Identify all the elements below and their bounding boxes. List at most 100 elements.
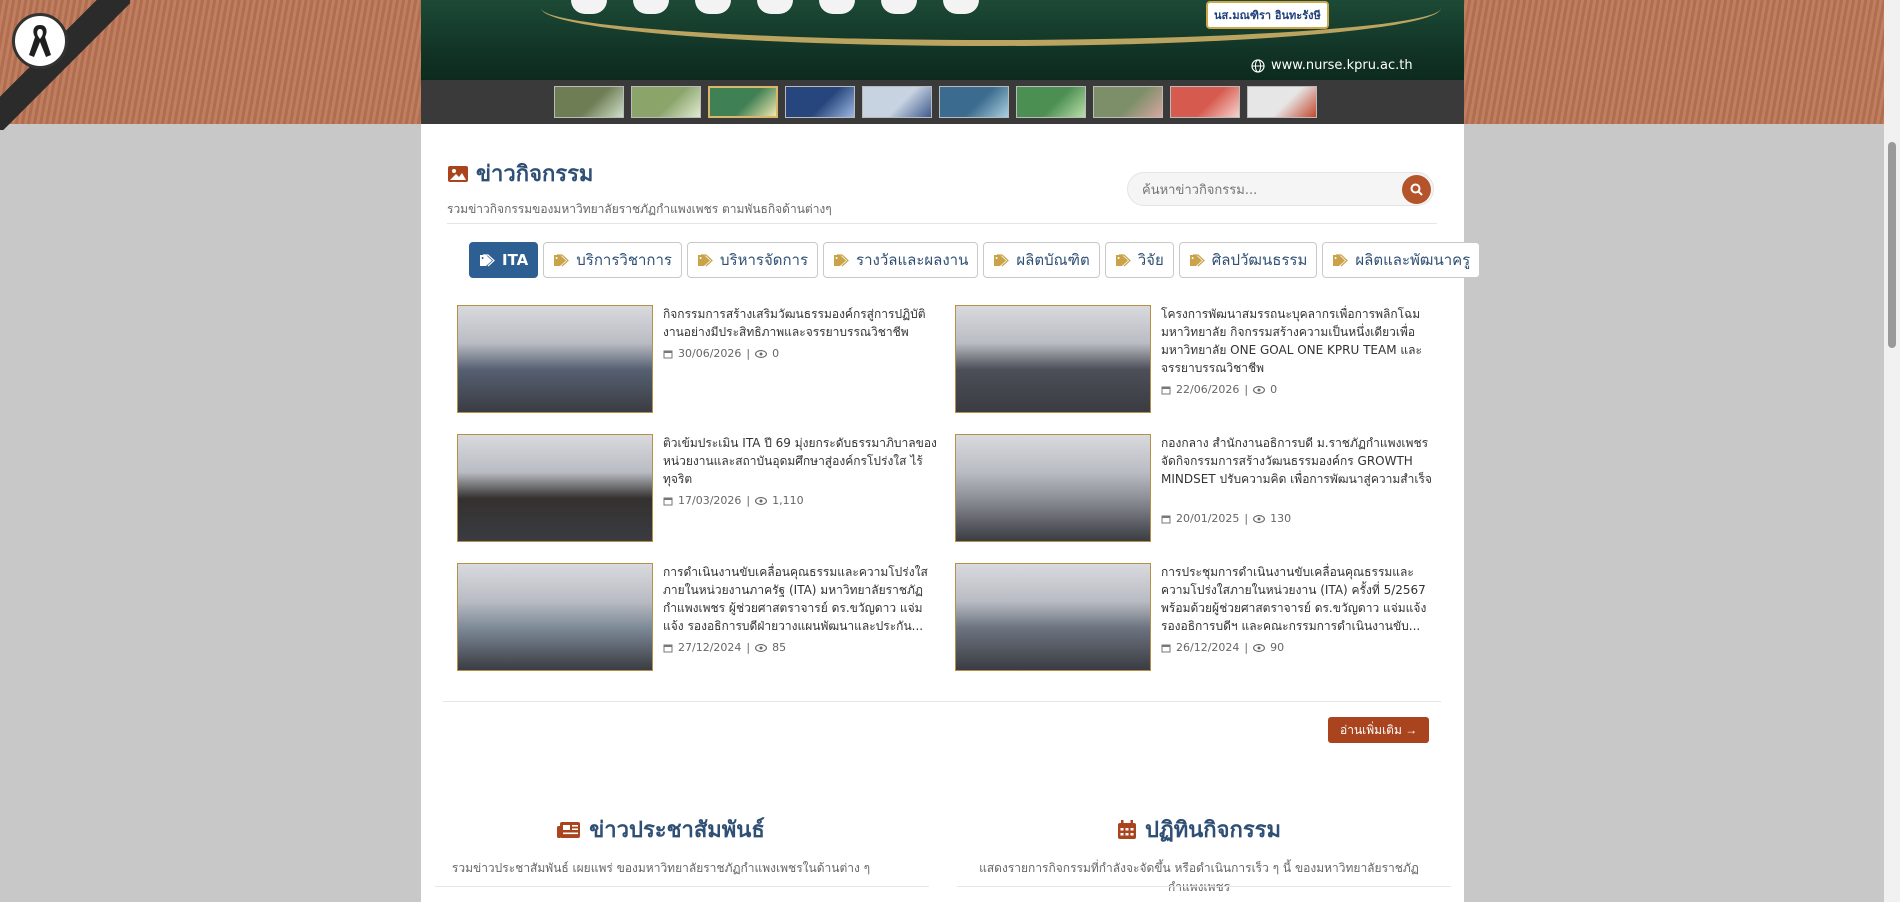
calendar-icon	[663, 350, 673, 358]
calendar-icon	[1161, 515, 1171, 523]
news-thumbnail[interactable]	[457, 563, 653, 671]
banner-thumbnail[interactable]	[1016, 86, 1086, 118]
news-thumbnail[interactable]	[955, 305, 1151, 413]
meta-separator: |	[1244, 383, 1249, 396]
news-item[interactable]: โครงการพัฒนาสมรรถนะบุคลากรเพื่อการพลิกโฉ…	[955, 305, 1435, 413]
category-tab-label: ผลิตและพัฒนาครู	[1355, 251, 1471, 269]
news-meta: 17/03/2026 | 1,110	[663, 494, 804, 507]
black-ribbon-icon	[29, 25, 51, 57]
news-item[interactable]: ติวเข้มประเมิน ITA ปี 69 มุ่งยกระดับธรรม…	[457, 434, 937, 542]
meta-separator: |	[1244, 641, 1249, 654]
news-title[interactable]: การดำเนินงานขับเคลื่อนคุณธรรมและความโปร่…	[663, 563, 937, 635]
news-meta: 27/12/2024 | 85	[663, 641, 786, 654]
news-views: 1,110	[772, 494, 804, 507]
category-tab[interactable]: วิจัย	[1104, 242, 1174, 278]
news-date: 17/03/2026	[678, 494, 742, 507]
category-tabs: ITA บริการวิชาการ บริหารจัดการ รางวัลและผลง…	[469, 242, 1481, 278]
news-date: 26/12/2024	[1176, 641, 1240, 654]
meta-separator: |	[746, 641, 751, 654]
category-tab[interactable]: ผลิตบัณฑิต	[983, 242, 1100, 278]
partner-logo	[695, 0, 731, 14]
category-tab-label: บริการวิชาการ	[576, 251, 672, 269]
activities-search	[1127, 172, 1434, 207]
calendar-title: ปฏิทินกิจกรรม	[949, 812, 1449, 847]
search-button[interactable]	[1402, 175, 1431, 204]
news-title[interactable]: กิจกรรมการสร้างเสริมวัฒนธรรมองค์กรสู่การ…	[663, 305, 937, 341]
category-tab[interactable]: ITA	[469, 242, 539, 278]
tag-icon	[1189, 253, 1205, 266]
thumbnail-row	[554, 86, 1317, 118]
banner-thumbnail[interactable]	[1170, 86, 1240, 118]
search-icon	[1410, 183, 1423, 196]
divider	[443, 701, 1441, 702]
read-more-button[interactable]: อ่านเพิ่มเติม →	[1328, 717, 1430, 743]
news-views: 130	[1270, 512, 1292, 525]
banner-thumbnail[interactable]	[631, 86, 701, 118]
press-title: ข่าวประชาสัมพันธ์	[411, 812, 911, 847]
news-meta: 26/12/2024 | 90	[1161, 641, 1284, 654]
news-item[interactable]: การประชุมการดำเนินงานขับเคลื่อนคุณธรรมแล…	[955, 563, 1435, 671]
news-title[interactable]: การประชุมการดำเนินงานขับเคลื่อนคุณธรรมแล…	[1161, 563, 1435, 635]
hero-url-text: www.nurse.kpru.ac.th	[1271, 58, 1413, 73]
eye-icon	[755, 349, 768, 358]
banner-thumbnail[interactable]	[1093, 86, 1163, 118]
hero-banner: นส.มณฑิรา อินทะรังษี www.nurse.kpru.ac.t…	[421, 0, 1464, 80]
category-tab[interactable]: บริการวิชาการ	[543, 242, 682, 278]
banner-thumbnail[interactable]	[939, 86, 1009, 118]
mourning-band	[0, 0, 130, 130]
eye-icon	[1253, 385, 1266, 394]
activities-search-input[interactable]	[1140, 173, 1394, 207]
scrollbar-thumb[interactable]	[1888, 142, 1896, 348]
news-thumbnail[interactable]	[955, 434, 1151, 542]
category-tab-label: วิจัย	[1137, 251, 1164, 269]
partner-logo	[633, 0, 669, 14]
news-meta: 30/06/2026 | 0	[663, 347, 779, 360]
activities-header: ข่าวกิจกรรม รวมข่าวกิจกรรมของมหาวิทยาลัย…	[447, 156, 832, 219]
news-date: 27/12/2024	[678, 641, 742, 654]
category-tab[interactable]: ศิลปวัฒนธรรม	[1178, 242, 1318, 278]
banner-thumbnail[interactable]	[554, 86, 624, 118]
newspaper-icon	[557, 821, 581, 838]
news-views: 0	[1270, 383, 1278, 396]
category-tab[interactable]: ผลิตและพัฒนาครู	[1322, 242, 1481, 278]
activities-title: ข่าวกิจกรรม	[447, 156, 832, 191]
banner-thumbnail[interactable]	[862, 86, 932, 118]
banner-thumbnail[interactable]	[785, 86, 855, 118]
calendar-section-header: ปฏิทินกิจกรรม แสดงรายการกิจกรรมที่กำลังจ…	[949, 812, 1449, 897]
news-title[interactable]: กองกลาง สำนักงานอธิการบดี ม.ราชภัฏกำแพงเ…	[1161, 434, 1435, 488]
news-item[interactable]: การดำเนินงานขับเคลื่อนคุณธรรมและความโปร่…	[457, 563, 937, 671]
tag-icon	[1115, 253, 1131, 266]
eye-icon	[1253, 514, 1266, 523]
meta-separator: |	[1244, 512, 1249, 525]
news-date: 22/06/2026	[1176, 383, 1240, 396]
partner-logos	[571, 0, 979, 14]
calendar-subtitle: แสดงรายการกิจกรรมที่กำลังจะจัดขึ้น หรือด…	[979, 861, 1419, 894]
activities-title-text: ข่าวกิจกรรม	[476, 162, 594, 187]
news-title[interactable]: โครงการพัฒนาสมรรถนะบุคลากรเพื่อการพลิกโฉ…	[1161, 305, 1435, 377]
news-date: 30/06/2026	[678, 347, 742, 360]
page-scrollbar[interactable]	[1884, 0, 1900, 902]
news-thumbnail[interactable]	[955, 563, 1151, 671]
news-item[interactable]: กิจกรรมการสร้างเสริมวัฒนธรรมองค์กรสู่การ…	[457, 305, 937, 413]
news-thumbnail[interactable]	[457, 434, 653, 542]
category-tab[interactable]: บริหารจัดการ	[687, 242, 819, 278]
banner-thumbnail[interactable]	[708, 86, 778, 118]
calendar-title-text: ปฏิทินกิจกรรม	[1145, 818, 1281, 843]
meta-separator: |	[746, 494, 751, 507]
category-tab-label: บริหารจัดการ	[720, 251, 809, 269]
meta-separator: |	[746, 347, 751, 360]
globe-icon	[1251, 58, 1265, 73]
category-tab[interactable]: รางวัลและผลงาน	[823, 242, 979, 278]
banner-thumbnail[interactable]	[1247, 86, 1317, 118]
news-views: 90	[1270, 641, 1285, 654]
divider	[447, 223, 1437, 224]
news-title[interactable]: ติวเข้มประเมิน ITA ปี 69 มุ่งยกระดับธรรม…	[663, 434, 937, 488]
image-icon	[448, 165, 468, 182]
divider	[957, 886, 1451, 887]
news-views: 85	[772, 641, 787, 654]
news-meta: 22/06/2026 | 0	[1161, 383, 1277, 396]
tag-icon	[698, 253, 713, 266]
partner-logo	[943, 0, 979, 14]
news-thumbnail[interactable]	[457, 305, 653, 413]
news-item[interactable]: กองกลาง สำนักงานอธิการบดี ม.ราชภัฏกำแพงเ…	[955, 434, 1435, 542]
